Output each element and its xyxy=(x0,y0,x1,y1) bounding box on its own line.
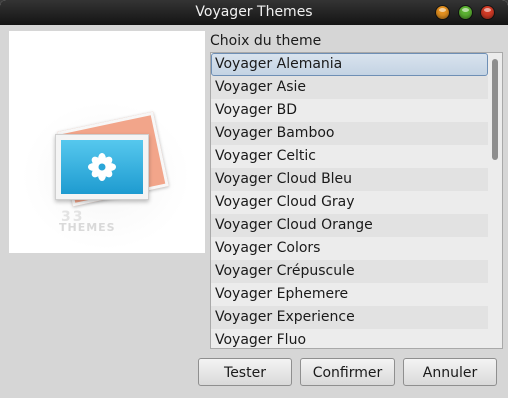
confirm-button[interactable]: Confirmer xyxy=(300,358,395,386)
title-bar[interactable]: Voyager Themes xyxy=(0,0,508,25)
window-title: Voyager Themes xyxy=(195,4,313,20)
theme-preview: 33 THEMES xyxy=(9,31,205,253)
theme-list-item[interactable]: Voyager Ephemere xyxy=(211,283,488,306)
theme-list-item[interactable]: Voyager Experience xyxy=(211,306,488,329)
app-window: Voyager Themes 33 THEMES Choix du theme … xyxy=(0,0,508,398)
photo-icon xyxy=(55,134,149,200)
photo-image xyxy=(61,140,143,194)
theme-list-item[interactable]: Voyager Colors xyxy=(211,237,488,260)
theme-list-item[interactable]: Voyager Alemania xyxy=(211,53,488,76)
brand-name: THEMES xyxy=(59,221,116,234)
theme-list-item[interactable]: Voyager Cloud Orange xyxy=(211,214,488,237)
flower-icon xyxy=(88,153,116,181)
theme-list-item[interactable]: Voyager Asie xyxy=(211,76,488,99)
maximize-button[interactable] xyxy=(459,6,472,19)
scroll-thumb[interactable] xyxy=(492,59,498,160)
theme-list-item[interactable]: Voyager Fluo xyxy=(211,329,488,348)
theme-list-item[interactable]: Voyager Crépuscule xyxy=(211,260,488,283)
theme-list-item[interactable]: Voyager Cloud Gray xyxy=(211,191,488,214)
theme-list-label: Choix du theme xyxy=(210,33,322,49)
list-scrollbar[interactable] xyxy=(488,53,502,348)
close-button[interactable] xyxy=(481,6,494,19)
theme-list[interactable]: Voyager Alemania Voyager Asie Voyager BD Vo… xyxy=(210,52,503,349)
theme-list-items: Voyager Alemania Voyager Asie Voyager BD Vo… xyxy=(211,53,488,348)
minimize-button[interactable] xyxy=(436,6,449,19)
theme-list-item[interactable]: Voyager BD xyxy=(211,99,488,122)
cancel-button[interactable]: Annuler xyxy=(403,358,497,386)
theme-list-item[interactable]: Voyager Celtic xyxy=(211,145,488,168)
theme-list-item[interactable]: Voyager Bamboo xyxy=(211,122,488,145)
tester-button[interactable]: Tester xyxy=(198,358,292,386)
theme-list-item[interactable]: Voyager Cloud Bleu xyxy=(211,168,488,191)
